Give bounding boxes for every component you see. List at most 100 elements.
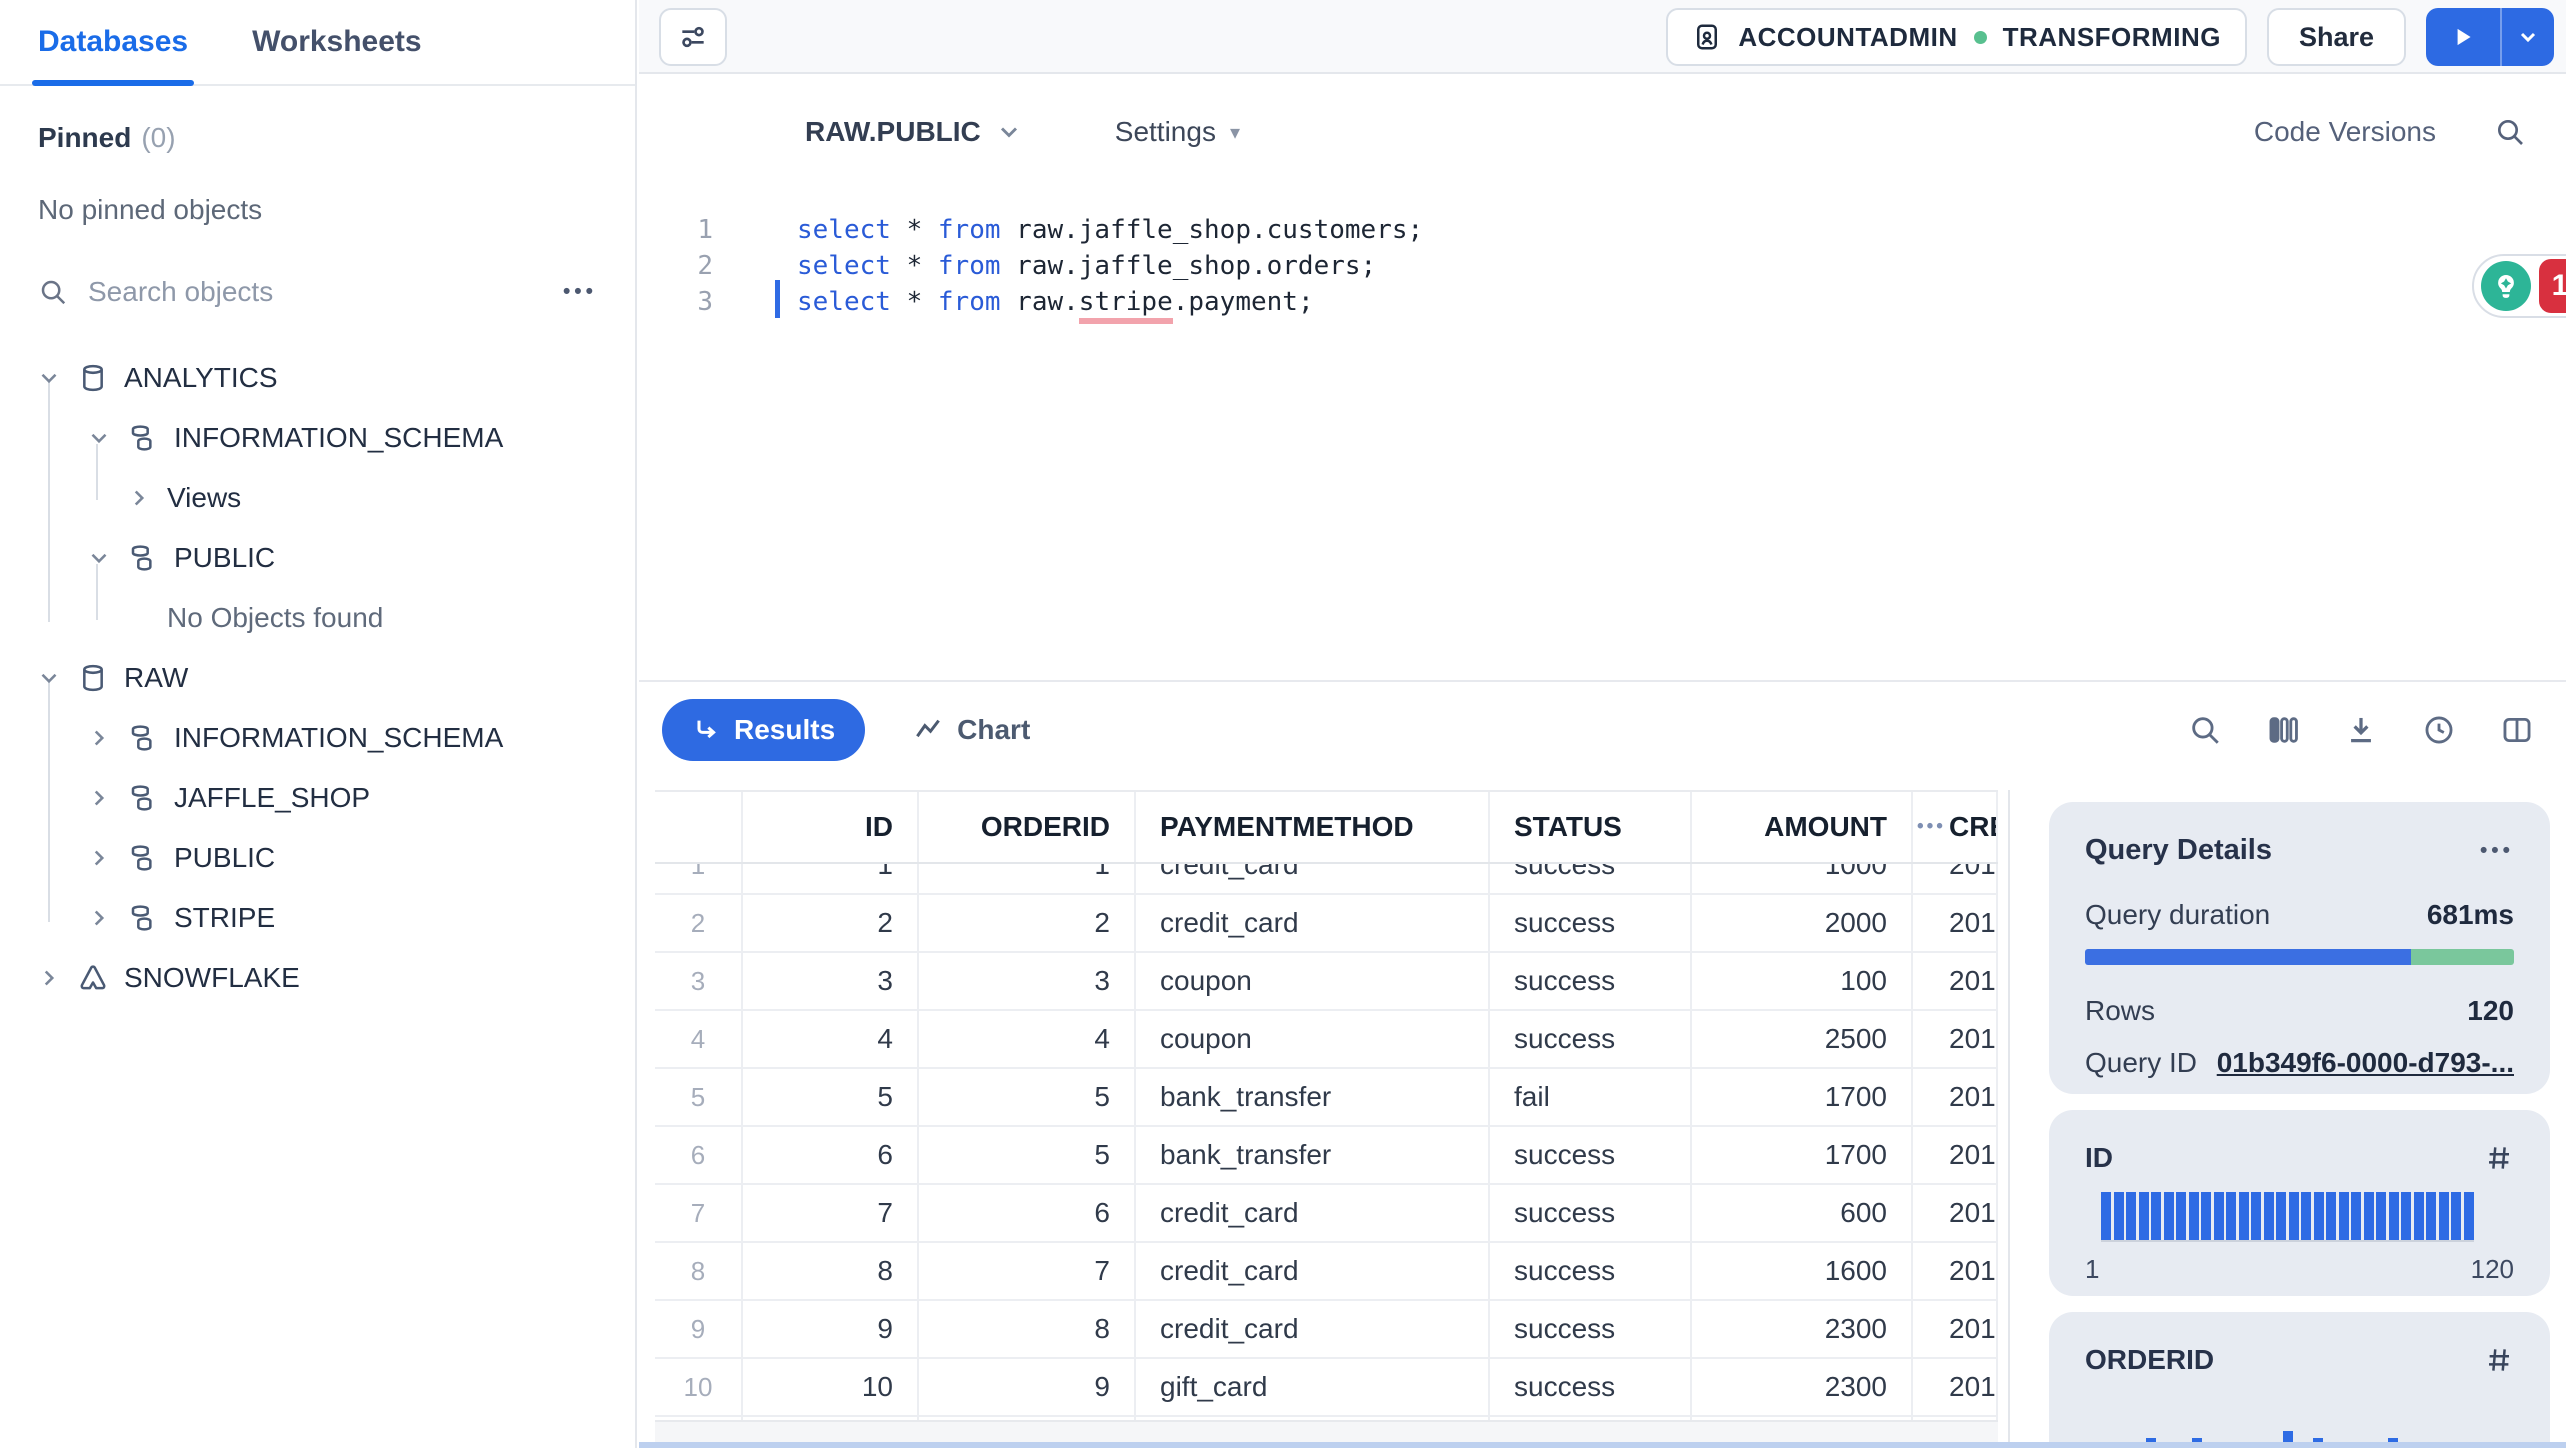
code-line[interactable]: select * from raw.jaffle_shop.customers; — [797, 212, 1423, 248]
tree-item-label: No Objects found — [167, 602, 384, 633]
horizontal-scrollbar-track[interactable] — [655, 1420, 1998, 1444]
tree-item-information-schema[interactable]: INFORMATION_SCHEMA — [0, 708, 635, 768]
column-header-amount[interactable]: AMOUNT — [1692, 792, 1913, 862]
column-header-label: ID — [865, 811, 893, 842]
sql-keyword: select — [797, 287, 891, 317]
tree-item-analytics[interactable]: ANALYTICS — [0, 348, 635, 408]
context-role-warehouse-button[interactable]: ACCOUNTADMIN TRANSFORMING — [1666, 8, 2247, 66]
sql-text: .payment; — [1172, 287, 1314, 317]
editor-search-button[interactable] — [2494, 116, 2526, 148]
query-history-button[interactable] — [2422, 713, 2456, 747]
histogram-bar — [2301, 1192, 2312, 1240]
column-header-created[interactable]: •••CREATED — [1913, 792, 1998, 862]
chevron-right-icon[interactable] — [86, 785, 112, 811]
query-id-link[interactable]: 01b349f6-0000-d793-... — [2217, 1047, 2514, 1079]
table-row[interactable] — [655, 1417, 1998, 1420]
chevron-right-icon[interactable] — [86, 905, 112, 931]
column-header-status[interactable]: STATUS — [1490, 792, 1692, 862]
run-button[interactable] — [2426, 8, 2500, 66]
database-context-selector[interactable]: RAW.PUBLIC — [805, 116, 1023, 148]
table-row[interactable]: 776credit_cardsuccess6002018 — [655, 1185, 1998, 1243]
query-details-menu[interactable]: ••• — [2480, 839, 2514, 863]
sql-keyword: select — [797, 251, 891, 281]
table-row[interactable]: 555bank_transferfail17002018 — [655, 1069, 1998, 1127]
table-cell: bank_transfer — [1136, 1069, 1490, 1125]
table-row[interactable]: 222credit_cardsuccess20002018 — [655, 895, 1998, 953]
chevron-down-icon[interactable] — [36, 365, 62, 391]
sql-editor[interactable]: 1 2 3 select * from raw.jaffle_shop.custom… — [639, 190, 2566, 680]
search-results-button[interactable] — [2188, 713, 2222, 747]
tree-item-stripe[interactable]: STRIPE — [0, 888, 635, 948]
table-row[interactable]: 444couponsuccess25002018 — [655, 1011, 1998, 1069]
table-row[interactable]: 887credit_cardsuccess16002018 — [655, 1243, 1998, 1301]
code-line[interactable]: select * from raw.jaffle_shop.orders; — [797, 248, 1423, 284]
chevron-right-icon[interactable] — [86, 845, 112, 871]
chevron-down-icon[interactable] — [36, 665, 62, 691]
id-histogram[interactable] — [2101, 1190, 2474, 1242]
tree-item-views[interactable]: Views — [0, 468, 635, 528]
table-cell: 1700 — [1692, 1069, 1913, 1125]
chevron-right-icon[interactable] — [36, 965, 62, 991]
vertical-scrollbar-track[interactable] — [2008, 790, 2010, 1448]
chevron-right-icon[interactable] — [86, 725, 112, 751]
orderid-histogram[interactable] — [2101, 1400, 2474, 1448]
search-icon — [2192, 717, 2219, 744]
split-panel-button[interactable] — [2500, 713, 2534, 747]
code-line[interactable]: select * from raw.stripe.payment; — [797, 284, 1423, 324]
histogram-bar — [2201, 1192, 2212, 1240]
share-button[interactable]: Share — [2266, 8, 2406, 66]
tree-item-jaffle-shop[interactable]: JAFFLE_SHOP — [0, 768, 635, 828]
tree-item-public[interactable]: PUBLIC — [0, 528, 635, 588]
sidebar-more-menu[interactable]: ••• — [563, 280, 597, 304]
tree-item-information-schema[interactable]: INFORMATION_SCHEMA — [0, 408, 635, 468]
settings-dropdown[interactable]: Settings ▾ — [1115, 116, 1240, 148]
column-header-paymentmethod[interactable]: PAYMENTMETHOD — [1136, 792, 1490, 862]
table-cell: 2018 — [1913, 1069, 1998, 1125]
pinned-label: Pinned — [38, 122, 132, 153]
table-row[interactable]: 333couponsuccess1002018 — [655, 953, 1998, 1011]
top-right-cluster: ACCOUNTADMIN TRANSFORMING Share — [1666, 8, 2554, 66]
table-cell: 3 — [919, 953, 1136, 1009]
columns-button[interactable] — [2266, 713, 2300, 747]
table-row[interactable]: 665bank_transfersuccess17002018 — [655, 1127, 1998, 1185]
row-number-cell: 5 — [655, 1069, 743, 1125]
tab-databases[interactable]: Databases — [31, 0, 195, 86]
chevron-down-icon[interactable] — [86, 425, 112, 451]
code-versions-link[interactable]: Code Versions — [2254, 116, 2436, 148]
table-cell: 2018 — [1913, 1185, 1998, 1241]
chevron-down-icon[interactable] — [86, 545, 112, 571]
table-cell: success — [1490, 1185, 1692, 1241]
tab-chart[interactable]: Chart — [913, 714, 1030, 746]
table-cell: 2018 — [1913, 1243, 1998, 1299]
histogram-bar — [2326, 1192, 2337, 1240]
tree-item-public[interactable]: PUBLIC — [0, 828, 635, 888]
download-results-button[interactable] — [2344, 713, 2378, 747]
assistant-suggestion-pill[interactable]: 1 — [2472, 254, 2566, 318]
table-cell: success — [1490, 953, 1692, 1009]
table-cell: 5 — [919, 1127, 1136, 1183]
table-row[interactable]: 998credit_cardsuccess23002018 — [655, 1301, 1998, 1359]
search-input[interactable] — [88, 276, 543, 308]
run-options-dropdown[interactable] — [2502, 8, 2554, 66]
column-header-id[interactable]: ID — [743, 792, 919, 862]
tree-item-snowflake[interactable]: SNOWFLAKE — [0, 948, 635, 1008]
table-cell: gift_card — [1136, 1359, 1490, 1415]
column-overflow-dots-icon[interactable]: ••• — [1917, 816, 1946, 838]
table-cell: 600 — [1692, 1185, 1913, 1241]
sql-keyword: select — [797, 215, 891, 245]
column-header-rownum[interactable] — [655, 792, 743, 862]
horizontal-scrollbar-thumb[interactable] — [639, 1442, 2566, 1448]
table-row[interactable]: 10109gift_cardsuccess23002018 — [655, 1359, 1998, 1417]
table-cell: 1600 — [1692, 1243, 1913, 1299]
table-header-row: ID ORDERID PAYMENTMETHOD STATUS AMOUNT •••CRE… — [655, 792, 1998, 864]
column-header-orderid[interactable]: ORDERID — [919, 792, 1136, 862]
chevron-down-icon — [1000, 127, 1017, 138]
histogram-bar — [2126, 1192, 2137, 1240]
column-header-label: AMOUNT — [1764, 811, 1887, 842]
worksheet-filters-button[interactable] — [659, 8, 727, 66]
tree-item-label: PUBLIC — [174, 542, 276, 573]
tab-results[interactable]: Results — [662, 699, 866, 761]
tree-item-raw[interactable]: RAW — [0, 648, 635, 708]
chevron-right-icon[interactable] — [126, 485, 152, 511]
tab-worksheets[interactable]: Worksheets — [252, 0, 422, 84]
